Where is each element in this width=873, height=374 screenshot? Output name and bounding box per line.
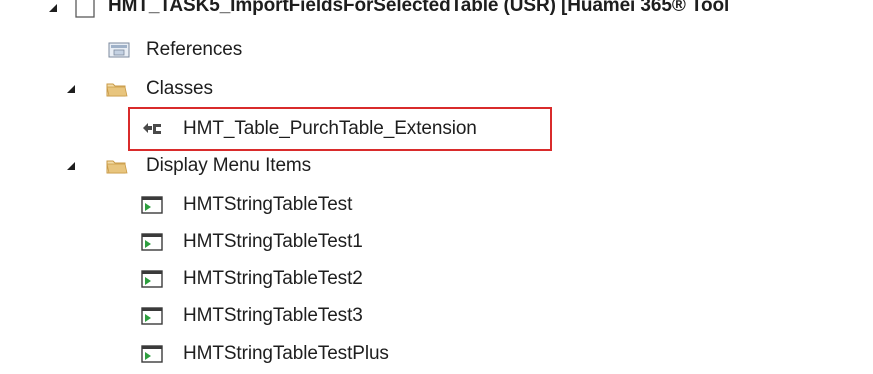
tree-node-menu-item[interactable]: HMTStringTableTest2 xyxy=(0,264,420,294)
references-icon xyxy=(108,42,130,58)
tree-node-display-menu-items[interactable]: Display Menu Items xyxy=(0,151,420,181)
display-menu-items-label: Display Menu Items xyxy=(146,155,312,176)
folder-icon xyxy=(106,83,128,97)
display-menu-item-icon xyxy=(141,270,163,288)
menu-item-label: HMTStringTableTest2 xyxy=(183,268,363,289)
tree-node-classes[interactable]: Classes xyxy=(0,74,300,104)
tree-node-class-item[interactable]: HMT_Table_PurchTable_Extension xyxy=(0,114,477,144)
tree-node-menu-item[interactable]: HMTStringTableTestPlus xyxy=(0,339,420,369)
tree-node-project[interactable]: HMT_TASK5_ImportFieldsForSelectedTable (… xyxy=(0,0,873,20)
display-menu-item-icon xyxy=(141,196,163,214)
expanded-triangle-icon[interactable] xyxy=(65,83,77,95)
menu-item-label: HMTStringTableTest1 xyxy=(183,231,363,252)
display-menu-item-icon xyxy=(141,307,163,325)
expanded-triangle-icon[interactable] xyxy=(65,160,77,172)
references-label: References xyxy=(146,39,243,60)
tree-node-menu-item[interactable]: HMTStringTableTest3 xyxy=(0,301,420,331)
project-label: HMT_TASK5_ImportFieldsForSelectedTable (… xyxy=(108,0,730,16)
classes-label: Classes xyxy=(146,78,213,99)
solution-explorer-tree: HMT_TASK5_ImportFieldsForSelectedTable (… xyxy=(0,0,873,374)
display-menu-item-icon xyxy=(141,233,163,251)
tree-node-menu-item[interactable]: HMTStringTableTest xyxy=(0,190,420,220)
expanded-triangle-icon[interactable] xyxy=(47,2,59,14)
menu-item-label: HMTStringTableTestPlus xyxy=(183,343,389,364)
tree-node-references[interactable]: References xyxy=(0,35,300,65)
menu-item-label: HMTStringTableTest xyxy=(183,194,353,215)
class-item-label: HMT_Table_PurchTable_Extension xyxy=(183,118,477,139)
class-extension-icon xyxy=(143,123,161,134)
project-checkbox-icon xyxy=(75,0,95,18)
menu-item-label: HMTStringTableTest3 xyxy=(183,305,363,326)
folder-icon xyxy=(106,160,128,174)
display-menu-item-icon xyxy=(141,345,163,363)
tree-node-menu-item[interactable]: HMTStringTableTest1 xyxy=(0,227,420,257)
